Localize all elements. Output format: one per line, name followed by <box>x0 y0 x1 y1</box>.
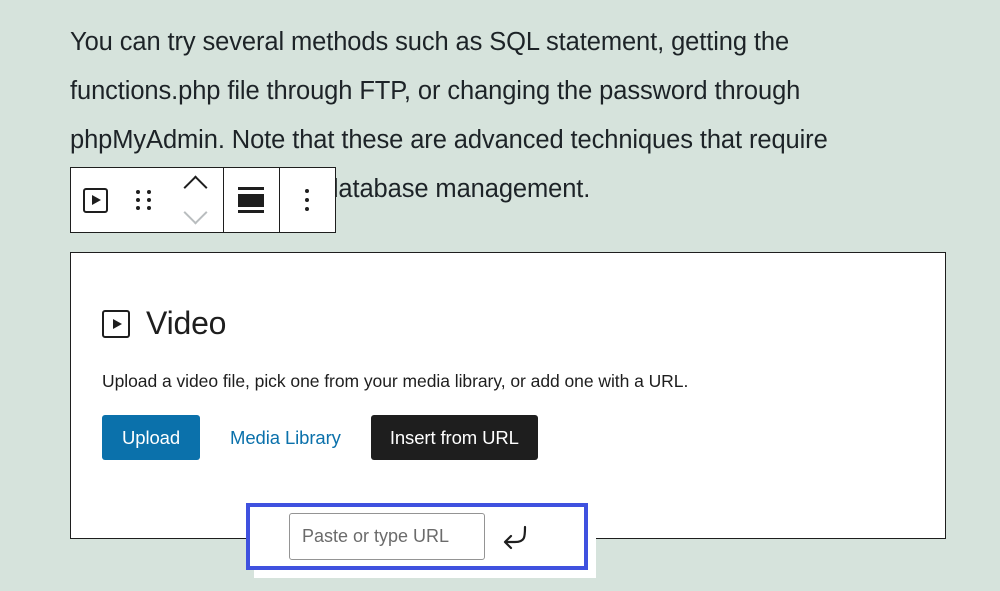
video-block-title: Video <box>146 305 227 341</box>
kebab-menu-icon <box>305 189 309 211</box>
toolbar-group-block <box>71 168 223 232</box>
drag-handle-button[interactable] <box>119 168 167 232</box>
chevron-down-icon <box>182 200 208 225</box>
paragraph-line: phpMyAdmin. Note that these are advanced… <box>70 126 828 154</box>
video-icon <box>82 187 108 213</box>
media-library-button[interactable]: Media Library <box>208 415 363 460</box>
insert-from-url-button[interactable]: Insert from URL <box>370 415 538 460</box>
move-up-down-icon <box>182 175 208 225</box>
align-button[interactable] <box>223 168 279 232</box>
align-center-icon <box>238 187 264 213</box>
url-input[interactable] <box>289 513 485 560</box>
video-block-header: Video <box>102 305 945 342</box>
upload-button[interactable]: Upload <box>102 415 201 460</box>
video-icon <box>102 309 130 338</box>
more-options-button[interactable] <box>279 168 335 232</box>
toolbar-group-more <box>279 168 335 232</box>
move-up-down-button[interactable] <box>167 168 223 232</box>
block-type-button[interactable] <box>71 168 119 232</box>
block-toolbar <box>70 167 336 233</box>
video-block-placeholder[interactable]: Video Upload a video file, pick one from… <box>70 252 946 539</box>
insert-url-popover <box>246 503 588 570</box>
return-arrow-icon <box>503 525 527 549</box>
video-block-actions: Upload Media Library Insert from URL <box>102 415 945 460</box>
video-block-description: Upload a video file, pick one from your … <box>102 371 689 391</box>
paragraph-line: You can try several methods such as SQL … <box>70 28 790 56</box>
url-submit-button[interactable] <box>489 513 541 561</box>
toolbar-group-align <box>223 168 279 232</box>
paragraph-line: functions.php file through FTP, or chang… <box>70 77 801 105</box>
chevron-up-icon[interactable] <box>182 175 208 200</box>
drag-handle-icon <box>135 190 151 210</box>
